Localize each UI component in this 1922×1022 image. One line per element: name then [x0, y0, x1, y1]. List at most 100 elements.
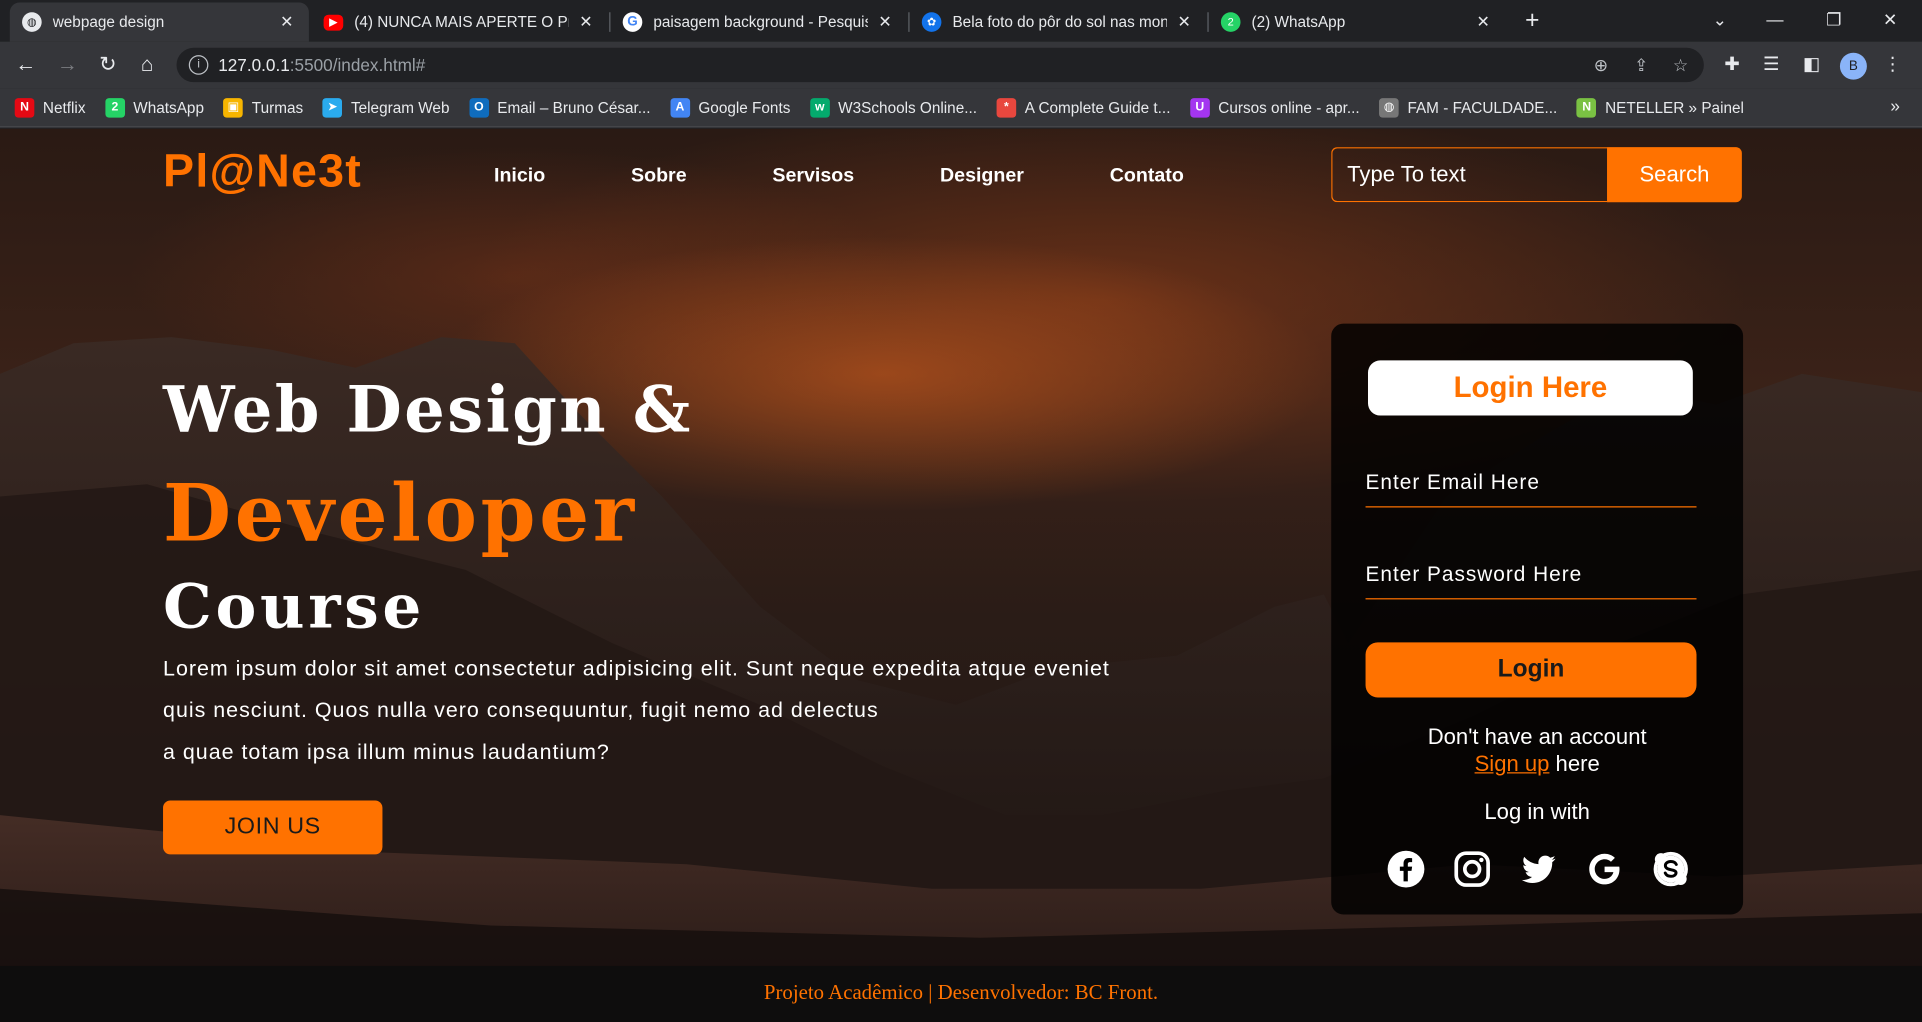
neteller-icon: N	[1576, 97, 1597, 118]
signup-line: Sign up here	[1331, 750, 1743, 777]
tab-whatsapp[interactable]: 2 (2) WhatsApp ✕	[1209, 2, 1506, 41]
bookmark-label: WhatsApp	[133, 98, 204, 116]
google-icon[interactable]	[1584, 848, 1626, 890]
close-tab-icon[interactable]: ✕	[277, 12, 297, 32]
tab-title: Bela foto do pôr do sol nas mont	[952, 13, 1167, 31]
login-with-label: Log in with	[1484, 799, 1590, 824]
bookmark-label: A Complete Guide t...	[1024, 98, 1171, 116]
hero-line-developer: Developer	[163, 468, 638, 561]
bookmark-item[interactable]: N Netflix	[14, 97, 86, 118]
hero-line-course: Course	[163, 569, 426, 643]
email-field[interactable]	[1365, 458, 1697, 508]
skype-icon[interactable]	[1650, 848, 1692, 890]
url-text: 127.0.0.1:5500/index.html#	[218, 55, 425, 75]
bookmark-label: Netflix	[42, 98, 86, 116]
new-tab-icon[interactable]: +	[1518, 7, 1547, 36]
bookmarks-bar: N Netflix 2 WhatsApp ▣ Turmas ➤ Telegram Web O Em…	[0, 88, 1922, 128]
home-icon[interactable]: ⌂	[134, 51, 161, 78]
bookmark-label: Google Fonts	[698, 98, 791, 116]
close-tab-icon[interactable]: ✕	[576, 12, 596, 32]
url-host: 127.0.0.1	[218, 55, 290, 75]
close-window-icon[interactable]: ✕	[1873, 5, 1907, 34]
hero-description: Lorem ipsum dolor sit amet consectetur a…	[163, 647, 1242, 772]
extensions-icon[interactable]: ✚	[1720, 53, 1745, 78]
menu-kebab-icon[interactable]: ⋮	[1880, 53, 1905, 78]
telegram-icon: ➤	[322, 97, 343, 118]
nav-link-sobre[interactable]: Sobre	[631, 165, 687, 187]
nav-link-contato[interactable]: Contato	[1110, 165, 1184, 187]
restore-icon[interactable]: ❐	[1817, 5, 1851, 34]
youtube-icon: ▶	[323, 14, 344, 31]
bookmark-item[interactable]: ▣ Turmas	[223, 97, 303, 118]
login-form: Login Here Login Don't have an account S…	[1331, 323, 1744, 915]
forward-arrow-icon[interactable]: →	[54, 51, 81, 78]
share-icon[interactable]: ⇪	[1630, 54, 1652, 76]
bookmark-item[interactable]: ➤ Telegram Web	[322, 97, 449, 118]
bookmark-item[interactable]: O Email – Bruno César...	[469, 97, 651, 118]
google-fonts-icon: A	[670, 97, 690, 118]
signup-suffix: here	[1549, 751, 1600, 776]
globe-icon: ◍	[1379, 97, 1399, 118]
hero-description-line: quis nesciunt. Quos nulla vero consequun…	[163, 697, 879, 722]
bookmark-item[interactable]: * A Complete Guide t...	[996, 97, 1171, 118]
nav-link-designer[interactable]: Designer	[940, 165, 1024, 187]
w3schools-icon: w	[809, 97, 830, 118]
bookmark-item[interactable]: 2 WhatsApp	[105, 97, 204, 118]
tab-google-search[interactable]: G paisagem background - Pesquisa ✕	[610, 2, 907, 41]
tab-webpage-design[interactable]: ◍ webpage design ✕	[9, 2, 309, 42]
browser-window: ◍ webpage design ✕ ▶ (4) NUNCA MAIS APER…	[0, 0, 1922, 1022]
minimize-icon[interactable]: —	[1758, 5, 1792, 34]
close-tab-icon[interactable]: ✕	[875, 12, 895, 32]
tab-search-chevron-icon[interactable]: ⌄	[1703, 5, 1737, 34]
tab-freepik[interactable]: ✿ Bela foto do pôr do sol nas mont ✕	[910, 2, 1207, 41]
bookmark-item[interactable]: U Cursos online - apr...	[1190, 97, 1360, 118]
profile-avatar[interactable]: B	[1839, 52, 1867, 80]
nav-link-servisos[interactable]: Servisos	[772, 165, 854, 187]
instagram-icon[interactable]	[1451, 848, 1493, 890]
side-panel-icon[interactable]: ◧	[1799, 53, 1824, 78]
webpage-viewport: Pl@Ne3t Inicio Sobre Servisos Designer C…	[0, 128, 1922, 1022]
nav-link-inicio[interactable]: Inicio	[494, 165, 545, 187]
close-tab-icon[interactable]: ✕	[1473, 12, 1493, 32]
password-field[interactable]	[1365, 550, 1697, 600]
no-account-text: Don't have an account	[1427, 724, 1647, 749]
tab-title: (4) NUNCA MAIS APERTE O Print	[354, 13, 569, 31]
reload-icon[interactable]: ↻	[94, 51, 121, 78]
footer-text: Projeto Acadêmico | Desenvolvedor: BC Fr…	[763, 980, 1159, 1004]
tab-title: webpage design	[52, 13, 165, 31]
facebook-icon[interactable]	[1385, 848, 1427, 890]
bookmark-item[interactable]: N NETELLER » Painel	[1576, 97, 1744, 118]
login-title: Login Here	[1367, 360, 1693, 416]
signup-link[interactable]: Sign up	[1475, 751, 1550, 776]
search-button[interactable]: Search	[1607, 147, 1742, 203]
more-bookmarks-icon[interactable]: »	[1890, 96, 1900, 116]
bookmark-item[interactable]: ◍ FAM - FACULDADE...	[1379, 97, 1557, 118]
site-logo[interactable]: Pl@Ne3t	[163, 146, 362, 199]
site-search: Search	[1331, 147, 1742, 203]
hero-description-line: a quae totam ipsa illum minus laudantium…	[163, 739, 610, 764]
back-arrow-icon[interactable]: ←	[12, 51, 39, 78]
twitter-icon[interactable]	[1518, 848, 1560, 890]
bookmark-label: Cursos online - apr...	[1218, 98, 1360, 116]
footer: Projeto Acadêmico | Desenvolvedor: BC Fr…	[0, 965, 1922, 1022]
bookmark-item[interactable]: w W3Schools Online...	[809, 97, 977, 118]
whatsapp-icon: 2	[1220, 12, 1241, 32]
browser-toolbar: ← → ↻ ⌂ i 127.0.0.1:5500/index.html# ⊕ ⇪…	[0, 41, 1922, 89]
google-icon: G	[622, 12, 643, 32]
tab-youtube[interactable]: ▶ (4) NUNCA MAIS APERTE O Print ✕	[311, 2, 608, 41]
signup-prompt: Don't have an account Sign up here	[1331, 723, 1743, 777]
join-us-button[interactable]: JOIN US	[163, 800, 383, 855]
zoom-icon[interactable]: ⊕	[1590, 54, 1612, 76]
media-control-icon[interactable]: ☰	[1759, 53, 1784, 78]
site-info-icon[interactable]: i	[188, 55, 209, 75]
whatsapp-icon: 2	[105, 97, 125, 118]
close-tab-icon[interactable]: ✕	[1174, 12, 1194, 32]
search-input[interactable]	[1331, 147, 1608, 203]
netflix-icon: N	[14, 97, 35, 118]
social-login-icons	[1385, 848, 1716, 890]
address-bar[interactable]: i 127.0.0.1:5500/index.html# ⊕ ⇪ ☆	[176, 47, 1704, 83]
hero-heading: Web Design &	[163, 378, 693, 443]
login-button[interactable]: Login	[1365, 642, 1697, 698]
bookmark-item[interactable]: A Google Fonts	[670, 97, 791, 118]
bookmark-star-icon[interactable]: ☆	[1670, 54, 1692, 76]
